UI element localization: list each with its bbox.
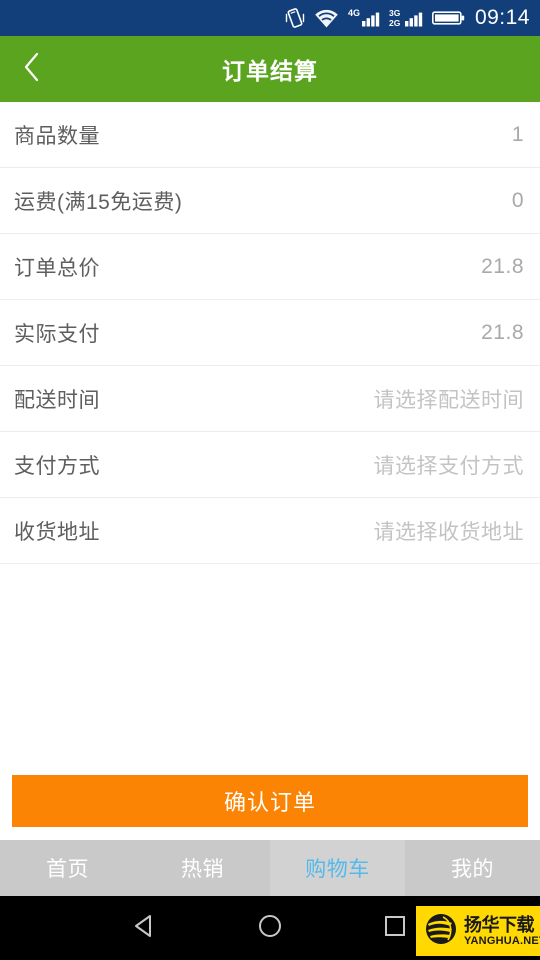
row-label: 运费(满15免运费) (14, 190, 183, 214)
row-value: 0 (511, 188, 524, 212)
svg-text:2G: 2G (389, 18, 401, 28)
list-item[interactable]: 商品数量 1 (0, 102, 540, 168)
list-item-payment-method[interactable]: 支付方式 请选择支付方式 (0, 432, 540, 498)
checkout-list: 商品数量 1 运费(满15免运费) 0 订单总价 21.8 实际支付 21.8 … (0, 102, 540, 564)
chevron-left-icon (21, 50, 43, 89)
triangle-back-icon (131, 912, 159, 945)
signal-4g-icon: 4G (348, 7, 380, 29)
row-label: 实际支付 (14, 322, 100, 346)
square-recents-icon (381, 912, 409, 945)
android-nav-buttons (115, 896, 425, 960)
tab-hot-sales-label: 热销 (181, 858, 224, 881)
watermark-en: YANGHUA.NET (464, 934, 540, 947)
watermark-cn: 扬华下载 (464, 914, 534, 935)
row-value: 21.8 (481, 254, 524, 278)
tab-cart-label: 购物车 (305, 858, 370, 881)
row-label: 配送时间 (14, 388, 100, 412)
tab-mine-label: 我的 (451, 858, 494, 881)
row-value: 21.8 (481, 320, 524, 344)
list-item-shipping-address[interactable]: 收货地址 请选择收货地址 (0, 498, 540, 564)
tab-home[interactable]: 首页 (0, 840, 135, 896)
list-item[interactable]: 订单总价 21.8 (0, 234, 540, 300)
row-label: 收货地址 (14, 520, 100, 544)
svg-text:3G: 3G (389, 8, 401, 18)
app-screen: 4G 3G 2G 09:14 订单结算 商品数量 1 运费(满15免运费) 0 … (0, 0, 540, 960)
signal-3g-2g-icon: 3G 2G (389, 7, 423, 29)
row-value: 1 (511, 122, 524, 146)
tab-hot-sales[interactable]: 热销 (135, 840, 270, 896)
watermark-text: 扬华下载 YANGHUA.NET (464, 914, 540, 947)
list-item[interactable]: 实际支付 21.8 (0, 300, 540, 366)
row-label: 支付方式 (14, 454, 100, 478)
back-button[interactable] (0, 36, 64, 102)
list-item-delivery-time[interactable]: 配送时间 请选择配送时间 (0, 366, 540, 432)
row-label: 订单总价 (14, 256, 100, 280)
app-header: 订单结算 (0, 36, 540, 102)
confirm-order-button[interactable]: 确认订单 (12, 775, 528, 827)
tab-home-label: 首页 (46, 858, 89, 881)
bottom-tab-bar: 首页 热销 购物车 我的 (0, 840, 540, 896)
row-label: 商品数量 (14, 124, 100, 148)
yanghua-logo-icon (421, 909, 461, 954)
vibrate-icon (285, 7, 305, 29)
circle-home-icon (256, 912, 284, 945)
row-value-placeholder: 请选择收货地址 (373, 520, 524, 544)
tab-mine[interactable]: 我的 (405, 840, 540, 896)
status-icons: 4G 3G 2G (285, 7, 466, 29)
row-value-placeholder: 请选择配送时间 (373, 388, 524, 412)
status-bar: 4G 3G 2G 09:14 (0, 0, 540, 36)
list-item[interactable]: 运费(满15免运费) 0 (0, 168, 540, 234)
row-value-placeholder: 请选择支付方式 (373, 454, 524, 478)
watermark-badge: 扬华下载 YANGHUA.NET (416, 906, 540, 956)
nav-home-button[interactable] (240, 896, 300, 960)
status-bar-time: 09:14 (474, 6, 530, 29)
confirm-order-button-label: 确认订单 (223, 790, 316, 815)
nav-back-button[interactable] (115, 896, 175, 960)
wifi-icon (314, 8, 339, 29)
page-title: 订单结算 (222, 58, 318, 84)
tab-cart[interactable]: 购物车 (270, 840, 405, 896)
svg-text:4G: 4G (348, 8, 360, 18)
battery-icon (431, 8, 466, 28)
